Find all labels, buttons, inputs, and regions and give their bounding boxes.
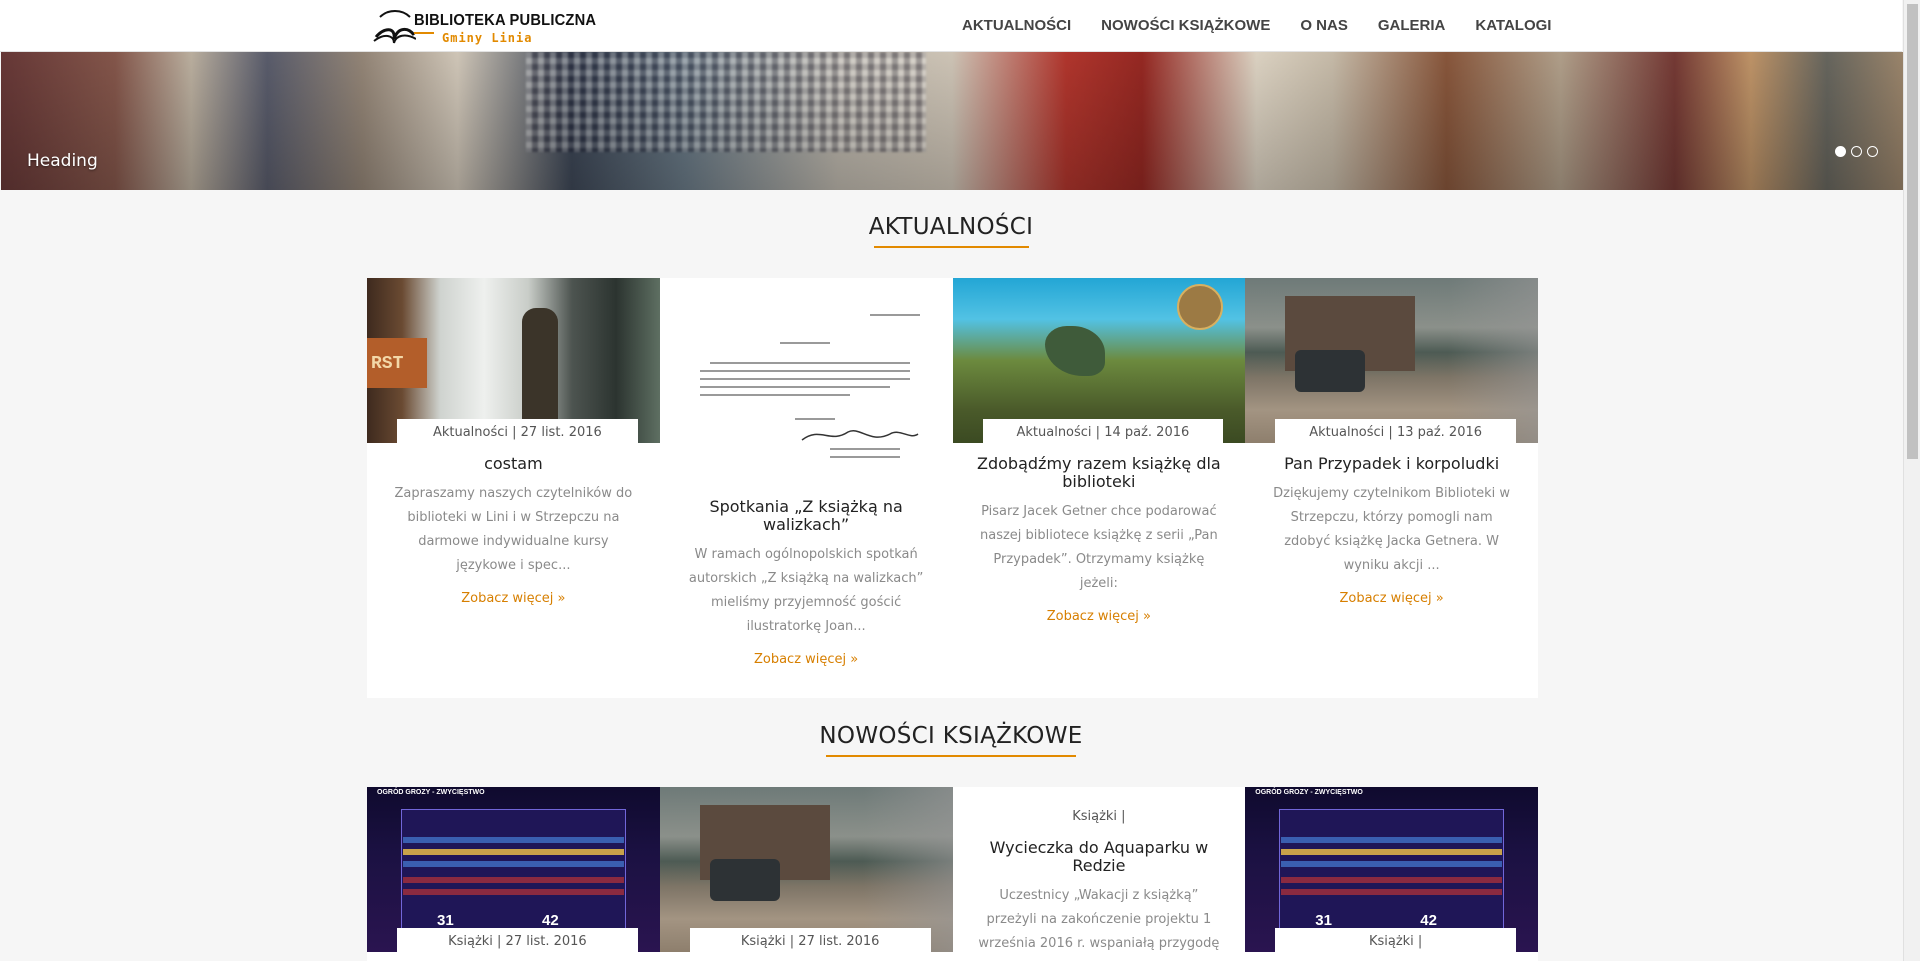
book-card-image[interactable]: OGRÓD GROZY - ZWYCIĘSTWO 31 42 Książki | xyxy=(1245,787,1538,952)
doc-line xyxy=(829,456,900,458)
logo-title: BIBLIOTEKA PUBLICZNA xyxy=(414,12,597,29)
score-right: 42 xyxy=(542,912,559,929)
read-more-link[interactable]: Zobacz więcej » xyxy=(367,578,660,630)
books-heading: NOWOŚCI KSIĄŻKOWE xyxy=(819,723,1083,749)
doc-line xyxy=(699,378,910,380)
scoreboard-row xyxy=(1281,889,1503,895)
book-card-meta: Książki | xyxy=(1072,809,1126,824)
books-section-title: NOWOŚCI KSIĄŻKOWE xyxy=(0,723,1902,757)
scoreboard-row xyxy=(403,877,624,883)
news-section-title: AKTUALNOŚCI xyxy=(0,214,1902,248)
news-card: RST Aktualności | 27 list. 2016 costam Z… xyxy=(367,278,660,698)
scoreboard-panel xyxy=(401,809,626,929)
book-card-title[interactable]: Wycieczka do Aquaparku w Redzie xyxy=(953,833,1246,875)
hero-heading: Heading xyxy=(27,151,98,171)
scoreboard-row xyxy=(403,849,624,855)
minimap-shape xyxy=(1177,284,1224,330)
page-scrollbar[interactable] xyxy=(1903,0,1920,961)
doc-line xyxy=(794,418,835,420)
nav-katalogi[interactable]: KATALOGI xyxy=(1475,17,1551,34)
doc-line xyxy=(709,362,910,364)
book-card-meta: Książki | 27 list. 2016 xyxy=(397,928,638,952)
nav-o-nas[interactable]: O NAS xyxy=(1300,17,1348,34)
read-more-link[interactable]: Zobacz więcej » xyxy=(953,596,1246,648)
game-title: OGRÓD GROZY - ZWYCIĘSTWO xyxy=(1255,789,1363,796)
news-card-excerpt: W ramach ogólnopolskich spotkań autorski… xyxy=(688,547,924,634)
news-card-title[interactable]: Pan Przypadek i korpoludki xyxy=(1245,443,1538,473)
book-card-excerpt: Uczestnicy „Wakacji z książką” przeżyli … xyxy=(978,888,1220,961)
books-heading-underline xyxy=(826,755,1076,757)
score-left: 31 xyxy=(1315,912,1332,929)
read-more-link[interactable]: Zobacz więcej » xyxy=(1245,578,1538,630)
scoreboard-row xyxy=(1281,877,1503,883)
news-card: Aktualności | 14 paź. 2016 Zdobądźmy raz… xyxy=(952,278,1246,698)
logo-subtitle: Gminy Linia xyxy=(442,31,533,45)
news-card: Aktualności | 27 list. 2016 Spotkania „Z… xyxy=(659,278,953,698)
news-card-excerpt: Zapraszamy naszych czytelników do biblio… xyxy=(394,486,633,573)
doc-line xyxy=(699,370,910,372)
news-card-meta: Aktualności | 27 list. 2016 xyxy=(397,419,638,443)
news-card-meta: Aktualności | 13 paź. 2016 xyxy=(1275,419,1516,443)
book-card: OGRÓD GROZY - ZWYCIĘSTWO 31 42 Książki | xyxy=(1245,787,1538,961)
scoreboard-row xyxy=(403,889,624,895)
hero-slider: Heading xyxy=(1,52,1903,190)
doc-line xyxy=(829,448,900,450)
doc-line xyxy=(699,394,850,396)
book-card-meta: Książki | 27 list. 2016 xyxy=(689,928,931,952)
scoreboard-panel xyxy=(1279,809,1505,929)
book-card: OGRÓD GROZY - ZWYCIĘSTWO 31 42 Książki |… xyxy=(367,787,660,961)
news-card-image[interactable]: Aktualności | 14 paź. 2016 xyxy=(952,278,1246,443)
scoreboard-row xyxy=(403,837,624,843)
book-card-meta: Książki | xyxy=(1275,928,1516,952)
news-card-image[interactable] xyxy=(659,278,953,478)
doc-line xyxy=(869,314,920,316)
slider-dot-3[interactable] xyxy=(1867,146,1878,157)
scoreboard-row xyxy=(403,861,624,867)
nav-aktualnosci[interactable]: AKTUALNOŚCI xyxy=(962,17,1071,34)
news-card: Aktualności | 13 paź. 2016 Pan Przypadek… xyxy=(1245,278,1538,698)
news-heading-underline xyxy=(873,246,1029,248)
news-grid: RST Aktualności | 27 list. 2016 costam Z… xyxy=(367,278,1538,698)
logo-divider xyxy=(414,32,434,34)
news-card-title[interactable]: Spotkania „Z książką na walizkach” xyxy=(660,486,953,534)
news-card-title[interactable]: costam xyxy=(367,443,660,473)
book-card-image[interactable]: Książki | 27 list. 2016 xyxy=(659,787,953,952)
image-figure xyxy=(1044,326,1105,376)
doc-line xyxy=(699,386,890,388)
signature-icon xyxy=(801,430,919,441)
read-more-link[interactable]: Zobacz więcej » xyxy=(660,639,953,691)
news-card-title[interactable]: Zdobądźmy razem książkę dla biblioteki xyxy=(953,443,1246,491)
books-grid: OGRÓD GROZY - ZWYCIĘSTWO 31 42 Książki |… xyxy=(367,787,1538,961)
train-sign: RST xyxy=(367,338,427,388)
site-logo[interactable]: BIBLIOTEKA PUBLICZNA Gminy Linia xyxy=(372,5,596,49)
doc-line xyxy=(779,342,830,344)
top-navbar: BIBLIOTEKA PUBLICZNA Gminy Linia AKTUALN… xyxy=(0,0,1902,52)
news-card-excerpt: Dziękujemy czytelnikom Biblioteki w Strz… xyxy=(1273,486,1511,573)
news-card-image[interactable]: RST Aktualności | 27 list. 2016 xyxy=(367,278,660,443)
hero-shade xyxy=(1,52,1903,190)
scoreboard-row xyxy=(1281,837,1503,843)
slider-dot-1[interactable] xyxy=(1835,146,1846,157)
score-right: 42 xyxy=(1420,912,1437,929)
game-title: OGRÓD GROZY - ZWYCIĘSTWO xyxy=(377,789,485,796)
nav-nowosci-ksiazkowe[interactable]: NOWOŚCI KSIĄŻKOWE xyxy=(1101,17,1270,34)
book-card: Książki | 27 list. 2016 xyxy=(659,787,953,961)
book-card: Książki | Wycieczka do Aquaparku w Redzi… xyxy=(952,787,1246,961)
slider-dot-2[interactable] xyxy=(1851,146,1862,157)
score-left: 31 xyxy=(437,912,454,929)
image-truck xyxy=(709,859,780,901)
scoreboard-row xyxy=(1281,861,1503,867)
image-truck xyxy=(1295,350,1366,392)
book-card-image[interactable]: OGRÓD GROZY - ZWYCIĘSTWO 31 42 Książki |… xyxy=(367,787,660,952)
scoreboard-row xyxy=(1281,849,1503,855)
scrollbar-thumb[interactable] xyxy=(1907,4,1918,459)
news-card-meta: Aktualności | 14 paź. 2016 xyxy=(982,419,1224,443)
news-card-image[interactable]: Aktualności | 13 paź. 2016 xyxy=(1245,278,1538,443)
open-book-icon xyxy=(373,10,416,44)
slider-dots xyxy=(1835,146,1878,157)
news-card-excerpt: Pisarz Jacek Getner chce podarować nasze… xyxy=(980,504,1218,591)
main-nav: AKTUALNOŚCI NOWOŚCI KSIĄŻKOWE O NAS GALE… xyxy=(962,17,1581,34)
nav-galeria[interactable]: GALERIA xyxy=(1378,17,1446,34)
news-heading: AKTUALNOŚCI xyxy=(868,214,1034,240)
